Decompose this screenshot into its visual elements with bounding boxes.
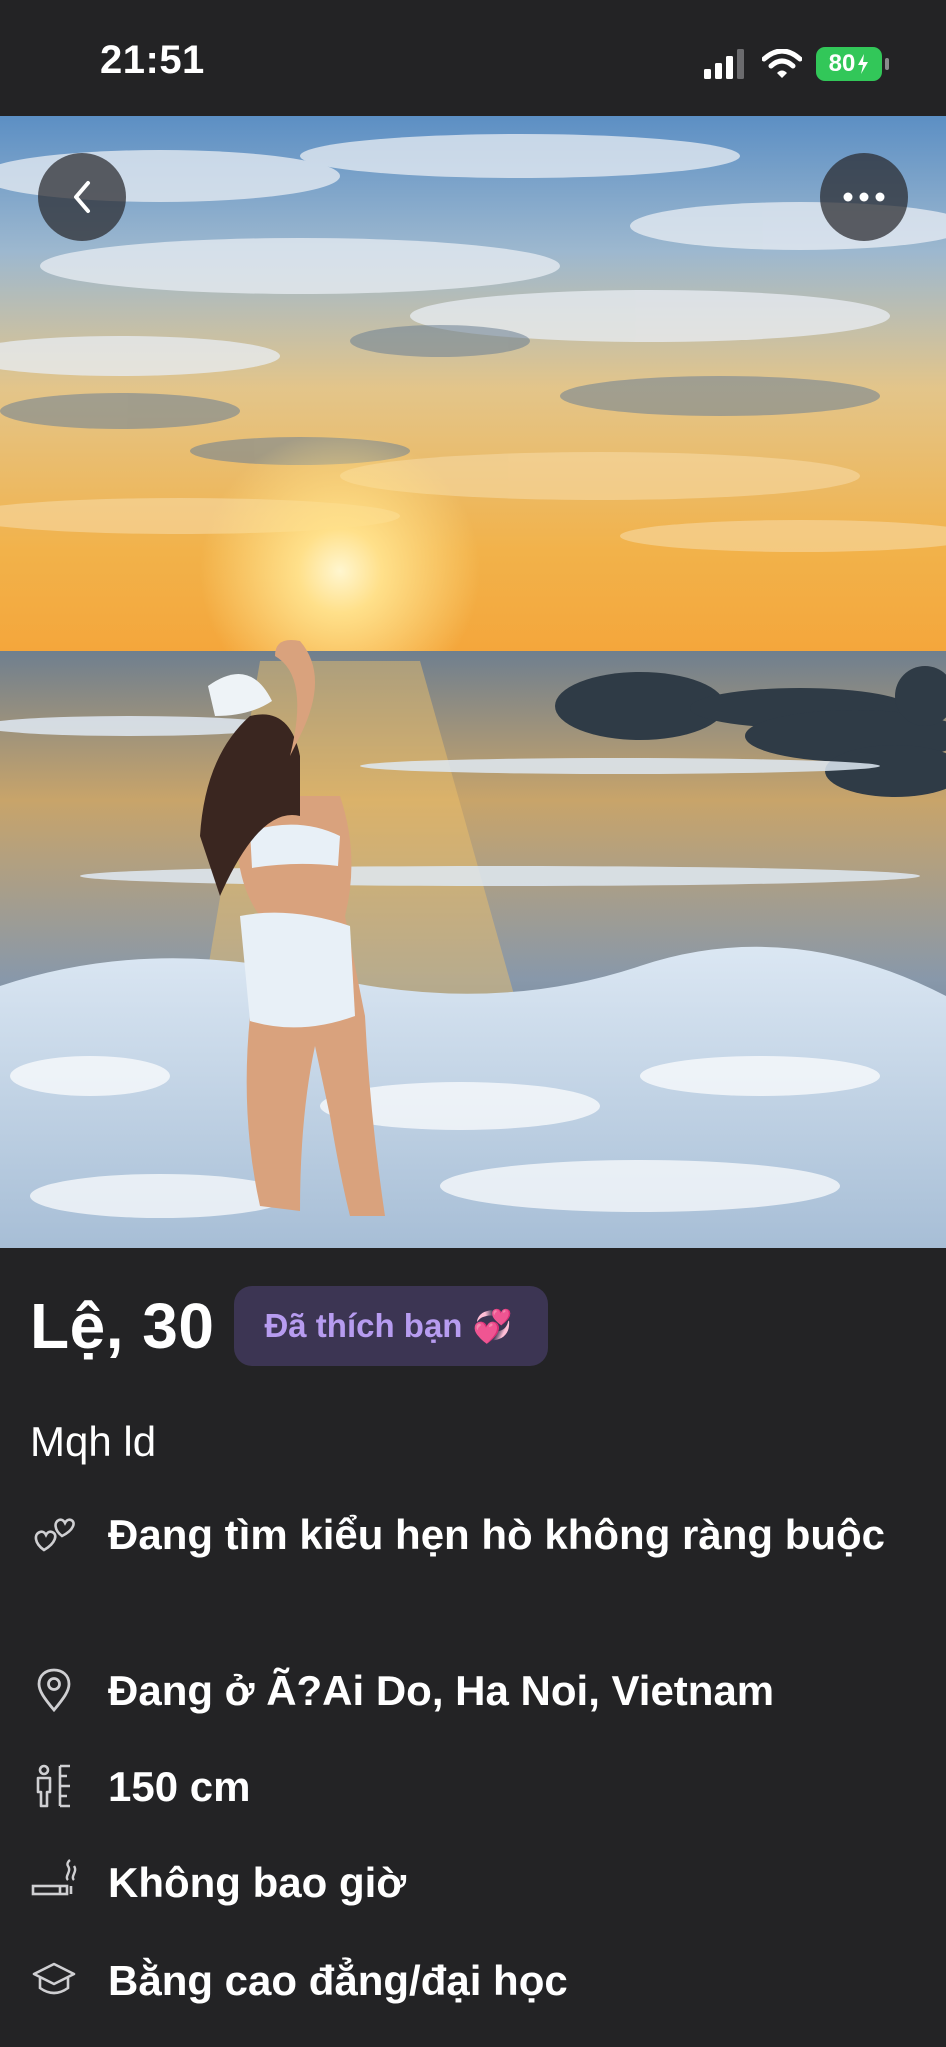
status-time: 21:51 bbox=[100, 38, 205, 82]
height-icon bbox=[36, 1764, 70, 1808]
name-age: Lệ, 30 bbox=[30, 1290, 215, 1362]
detail-text: Bằng cao đẳng/đại học bbox=[108, 1957, 568, 2004]
profile-subtitle: Mqh ld bbox=[30, 1418, 157, 1465]
cellular-signal-icon bbox=[704, 49, 744, 79]
status-bar: 21:51 80 bbox=[0, 0, 946, 116]
smoking-icon bbox=[31, 1859, 77, 1896]
battery-level: 80 bbox=[828, 50, 856, 77]
liked-badge-label: Đã thích bạn bbox=[264, 1307, 463, 1344]
name-row: Lệ, 30 Đã thích bạn 💞 bbox=[30, 1286, 549, 1366]
charging-bolt-icon bbox=[858, 54, 869, 74]
wifi-icon bbox=[762, 49, 802, 78]
location-pin-icon bbox=[37, 1668, 71, 1713]
detail-text: Đang ở Ã?Ai Do, Ha Noi, Vietnam bbox=[108, 1667, 775, 1714]
back-icon bbox=[74, 181, 90, 213]
detail-text: Không bao giờ bbox=[108, 1859, 407, 1906]
status-icons: 80 bbox=[704, 46, 889, 82]
two-hearts-icon: 💞 bbox=[472, 1308, 513, 1344]
liked-you-badge: Đã thích bạn 💞 bbox=[234, 1286, 549, 1366]
education-icon bbox=[32, 1962, 76, 1995]
hearts-icon bbox=[34, 1518, 75, 1552]
detail-text: Đang tìm kiểu hẹn hò không ràng buộc bbox=[108, 1511, 886, 1558]
detail-text: 150 cm bbox=[108, 1763, 251, 1810]
battery-charging-icon: 80 bbox=[816, 47, 889, 81]
more-icon bbox=[843, 192, 885, 202]
back-button[interactable] bbox=[38, 153, 126, 241]
more-options-button[interactable] bbox=[820, 153, 908, 241]
profile-info: Lệ, 30 Đã thích bạn 💞 Mqh ld Đang tìm ki… bbox=[0, 1248, 946, 2047]
profile-photo[interactable] bbox=[0, 116, 946, 1248]
